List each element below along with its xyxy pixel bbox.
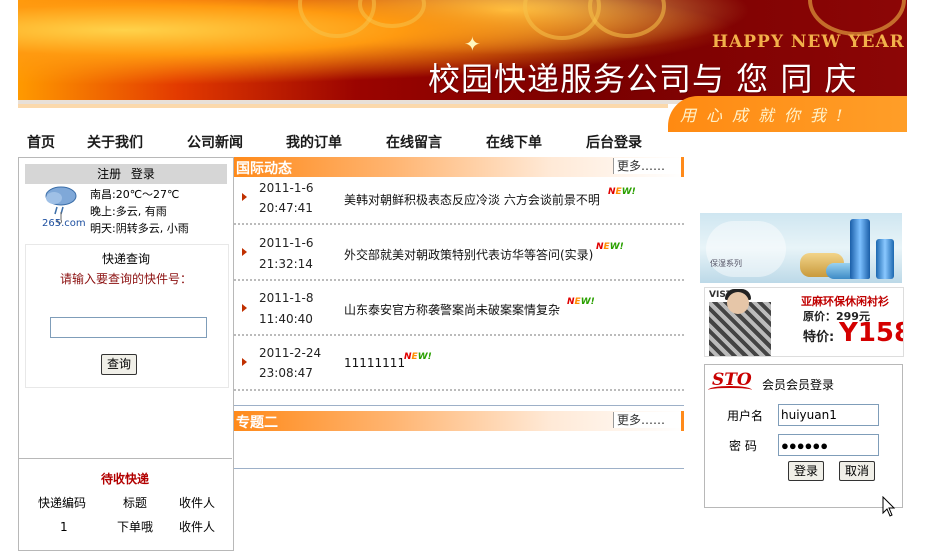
- news-title-link[interactable]: 山东泰安官方称袭警案尚未破案案情复杂: [344, 301, 560, 318]
- login-bar: 注册 登录: [25, 164, 227, 184]
- nav-home[interactable]: 首页: [27, 132, 55, 152]
- news-title-link[interactable]: 11111111: [344, 356, 405, 370]
- news-title-link[interactable]: 外交部就美对朝政策特别代表访华等答问(实录): [344, 246, 593, 263]
- news-time: 23:08:47: [259, 366, 313, 380]
- bullet-arrow-icon: [242, 358, 247, 366]
- new-badge-icon: NEW!: [608, 187, 636, 197]
- banner-swirl: [588, 0, 666, 38]
- pending-cell-title[interactable]: 下单哦: [117, 518, 153, 535]
- weather-tomorrow: 明天:阴转多云, 小雨: [90, 222, 189, 235]
- news-date: 2011-1-8: [259, 291, 314, 305]
- new-badge-icon: NEW!: [567, 297, 595, 307]
- section-divider: [234, 468, 684, 469]
- ad-model-head: [727, 292, 749, 314]
- nav-admin-login[interactable]: 后台登录: [586, 132, 642, 152]
- password-label: 密 码: [729, 439, 757, 453]
- member-cancel-button[interactable]: 取消: [839, 461, 875, 481]
- password-input[interactable]: [778, 434, 879, 456]
- pending-cell-code: 1: [60, 520, 68, 534]
- ad-promo-text: 亚麻环保休闲衬衫: [801, 295, 889, 308]
- ad-sale-label: 特价:: [803, 330, 835, 345]
- sto-logo-swoosh: [708, 386, 752, 394]
- bullet-arrow-icon: [242, 304, 247, 312]
- cosmetics-ad-banner[interactable]: 保湿系列: [700, 213, 902, 283]
- banner-swirl: [808, 0, 906, 36]
- banner-happy-new-year: HAPPY NEW YEAR: [712, 32, 905, 52]
- ad-sale-price: Y158: [839, 318, 903, 348]
- register-link[interactable]: 注册: [97, 167, 121, 181]
- news-date: 2011-1-6: [259, 181, 314, 195]
- username-label: 用户名: [727, 409, 764, 423]
- section-divider: [234, 405, 684, 406]
- nav-order-online[interactable]: 在线下单: [486, 132, 542, 152]
- section-header-topic-two: 专题二 更多……: [234, 411, 687, 431]
- nav-message[interactable]: 在线留言: [386, 132, 442, 152]
- news-time: 20:47:41: [259, 201, 313, 215]
- news-time: 11:40:40: [259, 312, 313, 326]
- nav-news[interactable]: 公司新闻: [187, 132, 243, 152]
- header-banner: ✦ HAPPY NEW YEAR 校园快递服务公司与 您 同 庆: [18, 0, 907, 100]
- banner-divider-tail: [18, 104, 668, 108]
- section-title: 专题二: [236, 415, 278, 431]
- pending-header-title: 标题: [123, 496, 148, 510]
- news-title-link[interactable]: 美韩对朝鲜积极表态反应冷淡 六方会谈前景不明: [344, 191, 600, 208]
- bullet-arrow-icon: [242, 193, 247, 201]
- more-link[interactable]: 更多……: [613, 158, 687, 174]
- tracking-number-input[interactable]: [50, 317, 207, 338]
- bullet-arrow-icon: [242, 248, 247, 256]
- pending-parcels-title: 待收快递: [100, 472, 149, 486]
- query-button[interactable]: 查询: [101, 354, 137, 375]
- member-login-title: 会员会员登录: [762, 378, 835, 392]
- dotted-divider: [234, 223, 684, 225]
- more-link[interactable]: 更多……: [613, 412, 687, 428]
- tracking-query-title: 快递查询: [101, 252, 150, 266]
- new-badge-icon: NEW!: [404, 352, 432, 362]
- ad-product-bottle: [876, 239, 894, 279]
- new-badge-icon: NEW!: [596, 242, 624, 252]
- ad-caption: 保湿系列: [710, 259, 742, 268]
- shirt-ad-banner[interactable]: VISZS 亚麻环保休闲衬衫 原价：299元 特价: Y158: [704, 287, 904, 357]
- pending-cell-recipient: 收件人: [179, 520, 216, 534]
- news-time: 21:32:14: [259, 257, 313, 271]
- section-header-international: 国际动态 更多……: [234, 157, 687, 177]
- section-title: 国际动态: [236, 161, 292, 177]
- news-date: 2011-2-24: [259, 346, 322, 360]
- login-link[interactable]: 登录: [131, 167, 155, 181]
- banner-slogan: 用心成就你我!: [680, 106, 853, 125]
- divider: [18, 458, 232, 459]
- nav-my-orders[interactable]: 我的订单: [286, 132, 342, 152]
- tracking-query-prompt: 请输入要查询的快件号：: [59, 272, 192, 286]
- weather-source[interactable]: 265.com: [42, 218, 86, 229]
- section-header-cap: [681, 411, 684, 431]
- dotted-divider: [234, 334, 684, 336]
- dotted-divider: [234, 279, 684, 281]
- weather-today: 南昌:20℃～27℃: [90, 188, 180, 201]
- section-header-cap: [681, 157, 684, 177]
- sparkle-icon: ✦: [464, 32, 481, 56]
- banner-slogan-tab: 用心成就你我!: [668, 96, 907, 132]
- member-login-button[interactable]: 登录: [788, 461, 824, 481]
- nav-about[interactable]: 关于我们: [87, 132, 143, 152]
- news-date: 2011-1-6: [259, 236, 314, 250]
- pending-header-recipient: 收件人: [179, 496, 216, 510]
- username-input[interactable]: [778, 404, 879, 426]
- pending-header-code: 快递编码: [38, 496, 87, 510]
- main-nav: 首页 关于我们 公司新闻 我的订单 在线留言 在线下单 后台登录: [18, 132, 718, 152]
- weather-tonight: 晚上:多云, 有雨: [90, 205, 167, 218]
- ad-product-bottle: [850, 219, 870, 279]
- dotted-divider: [234, 389, 684, 391]
- banner-title: 校园快递服务公司与 您 同 庆: [428, 60, 858, 98]
